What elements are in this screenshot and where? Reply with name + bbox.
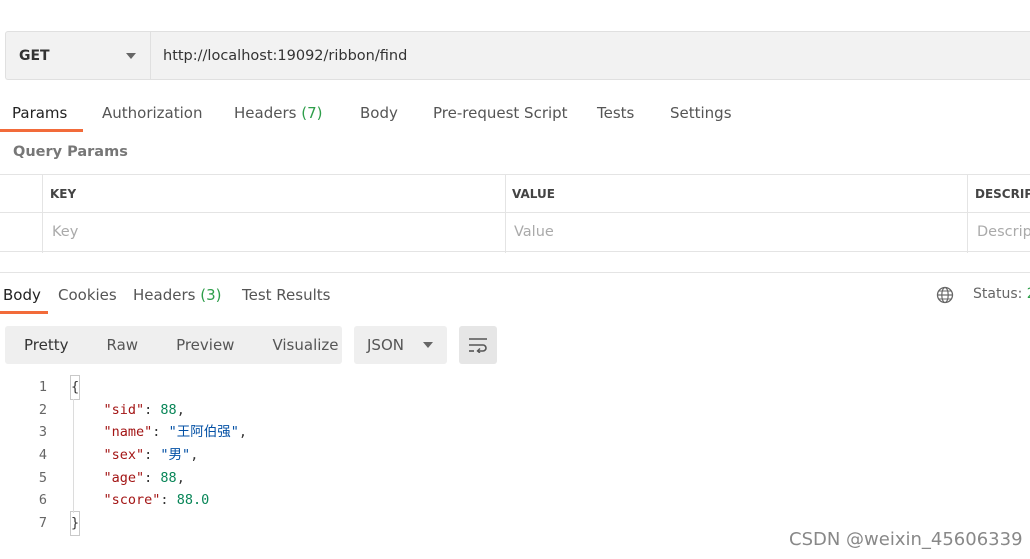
response-tab-headers[interactable]: Headers (3): [133, 278, 221, 312]
column-header-value: VALUE: [512, 187, 555, 201]
code-token: }: [69, 511, 81, 536]
line-number: 2: [38, 401, 47, 418]
code-token: "王阿伯强": [168, 424, 239, 441]
code-token: 88.0: [176, 492, 210, 509]
chevron-down-icon: [423, 342, 433, 348]
view-mode-group: Pretty Raw Preview Visualize: [5, 326, 342, 364]
active-response-tab-indicator: [0, 311, 48, 314]
format-select[interactable]: JSON: [354, 326, 447, 364]
method-select[interactable]: GET: [5, 31, 150, 80]
code-token: :: [152, 424, 169, 441]
param-value-input[interactable]: Value: [514, 213, 964, 251]
code-text: "name": "王阿伯强",: [71, 421, 247, 444]
code-text: "sex": "男",: [71, 444, 199, 467]
tab-params[interactable]: Params: [12, 96, 67, 130]
request-tabs: Params Authorization Headers (7) Body Pr…: [0, 96, 1030, 132]
code-token: :: [160, 492, 177, 509]
wrap-lines-button[interactable]: [459, 326, 497, 364]
code-text: }: [69, 511, 81, 536]
code-token: 88: [160, 401, 177, 418]
column-header-description: DESCRIPT: [975, 187, 1030, 201]
url-input[interactable]: http://localhost:19092/ribbon/find: [150, 31, 1030, 80]
response-toolbar: Pretty Raw Preview Visualize JSON: [5, 326, 497, 364]
table-header-row: KEY VALUE DESCRIPT: [0, 175, 1030, 213]
tab-authorization[interactable]: Authorization: [102, 96, 202, 130]
code-token: "sid": [103, 401, 145, 418]
code-token: {: [69, 375, 81, 400]
code-token: "score": [103, 492, 161, 509]
code-line: 4 "sex": "男",: [0, 444, 1030, 467]
format-label: JSON: [367, 336, 404, 354]
response-tabs: Body Cookies Headers (3) Test Results: [0, 278, 1030, 314]
response-tab-body[interactable]: Body: [3, 278, 41, 312]
response-tab-test-results[interactable]: Test Results: [242, 278, 330, 312]
code-line: 2 "sid": 88,: [0, 399, 1030, 422]
line-number: 7: [38, 515, 47, 532]
headers-count: (7): [301, 104, 323, 122]
response-status: Status: 2: [973, 286, 1030, 302]
code-line: 5 "age": 88,: [0, 467, 1030, 490]
wrap-lines-icon: [469, 338, 487, 353]
code-line: 3 "name": "王阿伯强",: [0, 421, 1030, 444]
response-tab-cookies[interactable]: Cookies: [58, 278, 117, 312]
code-token: 88: [160, 469, 177, 486]
line-number: 1: [38, 379, 47, 395]
tab-body[interactable]: Body: [360, 96, 398, 130]
code-token: ,: [176, 401, 185, 418]
line-number: 5: [38, 469, 47, 486]
code-token: ,: [190, 447, 199, 464]
param-description-input[interactable]: Descrip: [977, 213, 1030, 251]
tab-pre-request-script[interactable]: Pre-request Script: [433, 96, 568, 130]
indent-guide: [73, 399, 74, 513]
code-text: "score": 88.0: [71, 489, 210, 512]
view-raw-button[interactable]: Raw: [88, 326, 158, 364]
method-label: GET: [19, 47, 50, 64]
query-params-title: Query Params: [13, 144, 128, 160]
code-token: :: [144, 469, 161, 486]
active-tab-indicator: [0, 129, 83, 132]
column-header-key: KEY: [50, 187, 77, 201]
code-token: ,: [176, 469, 185, 486]
request-bar: GET http://localhost:19092/ribbon/find: [5, 31, 1030, 80]
code-text: "age": 88,: [71, 467, 185, 490]
line-number: 3: [38, 424, 47, 441]
code-text: "sid": 88,: [71, 399, 185, 422]
code-line: 6 "score": 88.0: [0, 489, 1030, 512]
globe-icon[interactable]: [936, 286, 954, 304]
code-line: 1{: [0, 375, 1030, 400]
code-token: :: [144, 447, 161, 464]
table-row: Key Value Descrip: [0, 213, 1030, 251]
watermark: CSDN @weixin_45606339: [789, 529, 1023, 550]
tab-settings[interactable]: Settings: [670, 96, 732, 130]
code-token: "sex": [103, 447, 145, 464]
tab-headers[interactable]: Headers (7): [234, 96, 322, 130]
line-number: 4: [38, 447, 47, 464]
code-token: :: [144, 401, 161, 418]
code-token: "age": [103, 469, 145, 486]
tab-tests[interactable]: Tests: [597, 96, 634, 130]
code-token: "男": [160, 447, 191, 464]
response-body-code[interactable]: 1{2 "sid": 88, 3 "name": "王阿伯强", 4 "sex": …: [0, 375, 1030, 536]
view-preview-button[interactable]: Preview: [157, 326, 253, 364]
code-token: ,: [238, 424, 247, 441]
line-number: 6: [38, 492, 47, 509]
chevron-down-icon: [126, 53, 136, 59]
code-token: "name": [103, 424, 153, 441]
view-visualize-button[interactable]: Visualize: [253, 326, 357, 364]
response-headers-count: (3): [200, 286, 222, 304]
code-text: {: [69, 375, 81, 400]
response-divider: [0, 272, 1030, 273]
view-pretty-button[interactable]: Pretty: [5, 326, 88, 364]
param-key-input[interactable]: Key: [52, 213, 502, 251]
query-params-table: KEY VALUE DESCRIPT Key Value Descrip: [0, 174, 1030, 253]
